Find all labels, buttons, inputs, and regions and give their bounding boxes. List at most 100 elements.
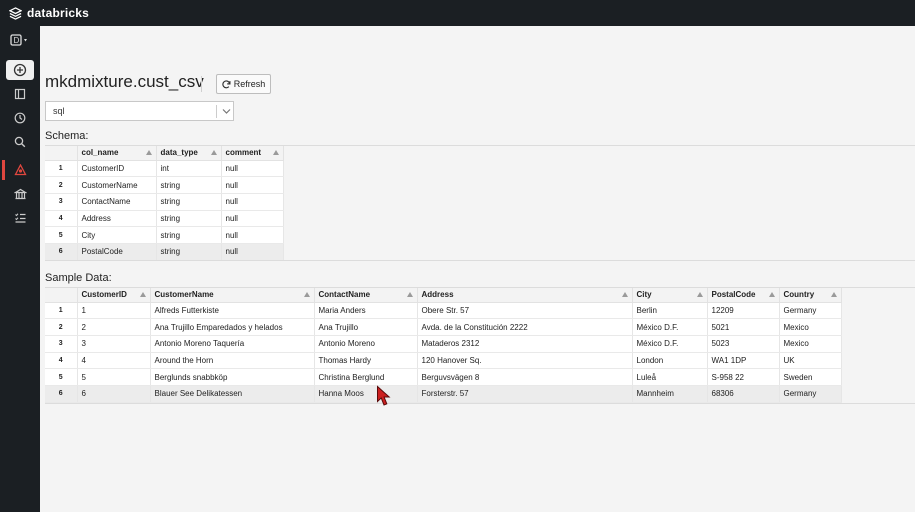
main-content: mkdmixture.cust_csv Refresh sql Schema: … [40, 26, 915, 512]
sample-column-header[interactable]: Country [779, 288, 842, 303]
clusters-button[interactable] [6, 184, 34, 204]
schema-column-header[interactable]: data_type [156, 146, 222, 161]
create-button[interactable] [6, 60, 34, 80]
jobs-button[interactable] [6, 208, 34, 228]
sample-column-header[interactable]: PostalCode [707, 288, 780, 303]
table-row[interactable]: 5 City string null [45, 226, 284, 244]
language-value: sql [53, 106, 65, 116]
sample-row-index: 1 [45, 302, 78, 320]
table-row[interactable]: 1 1 Alfreds Futterkiste Maria Anders Obere S… [45, 302, 842, 320]
table-row[interactable]: 3 ContactName string null [45, 193, 284, 211]
sort-icon[interactable] [696, 292, 703, 297]
search-button[interactable] [6, 132, 34, 152]
schema-column-header[interactable]: col_name [77, 146, 157, 161]
table-row[interactable]: 6 6 Blauer See Delikatessen Hanna Moos Forst… [45, 385, 842, 403]
schema-table: col_name data_type comment 1 CustomerID in… [45, 146, 284, 261]
schema-cell: null [221, 160, 284, 178]
workspace-button[interactable] [6, 84, 34, 104]
sample-cell: Antonio Moreno [314, 335, 418, 353]
recents-button[interactable] [6, 108, 34, 128]
sample-cell: Berlin [632, 302, 708, 320]
refresh-button[interactable]: Refresh [216, 74, 271, 94]
table-row[interactable]: 4 4 Around the Horn Thomas Hardy 120 Hanover… [45, 352, 842, 370]
sample-cell: México D.F. [632, 318, 708, 336]
sort-icon[interactable] [210, 150, 217, 155]
sample-cell: Mataderos 2312 [417, 335, 633, 353]
sort-icon[interactable] [272, 150, 279, 155]
sample-column-header[interactable]: CustomerID [77, 288, 151, 303]
schema-cell: string [156, 210, 222, 228]
language-select[interactable]: sql [45, 101, 234, 121]
schema-column-header[interactable]: comment [221, 146, 284, 161]
sample-header-row: CustomerID CustomerName ContactName Addr… [45, 288, 842, 303]
clusters-icon [13, 188, 27, 200]
schema-column-header-label: col_name [81, 148, 119, 158]
sample-cell: Hanna Moos [314, 385, 418, 403]
table-row[interactable]: 3 3 Antonio Moreno Taquería Antonio Moreno M… [45, 335, 842, 353]
schema-row-index: 2 [45, 176, 78, 194]
sample-cell: WA1 1DP [707, 352, 780, 370]
sort-icon[interactable] [303, 292, 310, 297]
chevron-down-icon[interactable] [221, 104, 232, 120]
sample-cell: Forsterstr. 57 [417, 385, 633, 403]
sample-cell: Christina Berglund [314, 368, 418, 386]
create-icon [13, 63, 27, 77]
sample-cell: Berguvsvägen 8 [417, 368, 633, 386]
data-button[interactable] [2, 160, 36, 180]
sample-cell: 120 Hanover Sq. [417, 352, 633, 370]
sample-row-index: 6 [45, 385, 78, 403]
sample-cell: Alfreds Futterkiste [150, 302, 315, 320]
svg-text:D: D [14, 36, 20, 45]
table-row[interactable]: 6 PostalCode string null [45, 243, 284, 261]
schema-cell: null [221, 176, 284, 194]
sample-cell: Mexico [779, 318, 842, 336]
schema-cell: int [156, 160, 222, 178]
jobs-icon [14, 213, 25, 223]
sort-icon[interactable] [830, 292, 837, 297]
sidebar: D [0, 26, 40, 512]
sort-icon[interactable] [139, 292, 146, 297]
sample-cell: Sweden [779, 368, 842, 386]
workspace-menu-button[interactable]: D [6, 30, 34, 50]
sort-icon[interactable] [406, 292, 413, 297]
sort-icon[interactable] [145, 150, 152, 155]
sample-column-header-label: Country [783, 290, 815, 300]
sample-cell: Obere Str. 57 [417, 302, 633, 320]
sample-cell: Mexico [779, 335, 842, 353]
sample-cell: Berglunds snabbköp [150, 368, 315, 386]
sample-column-header-label: CustomerID [81, 290, 127, 300]
sample-cell: Antonio Moreno Taquería [150, 335, 315, 353]
sample-cell: Around the Horn [150, 352, 315, 370]
sample-column-header[interactable]: City [632, 288, 708, 303]
sample-cell: London [632, 352, 708, 370]
sample-column-header-label: City [636, 290, 652, 300]
schema-row-index: 5 [45, 226, 78, 244]
sample-column-header-label: PostalCode [711, 290, 756, 300]
sample-cell: 68306 [707, 385, 780, 403]
table-row[interactable]: 2 2 Ana Trujillo Emparedados y helados Ana … [45, 318, 842, 336]
sort-icon[interactable] [768, 292, 775, 297]
table-row[interactable]: 1 CustomerID int null [45, 160, 284, 178]
table-row[interactable]: 2 CustomerName string null [45, 176, 284, 194]
sample-column-header[interactable]: Address [417, 288, 633, 303]
sort-icon[interactable] [621, 292, 628, 297]
databricks-logo[interactable]: databricks [9, 6, 89, 20]
refresh-icon [222, 79, 231, 88]
title-divider [201, 76, 202, 92]
sample-column-header[interactable]: CustomerName [150, 288, 315, 303]
schema-cell: null [221, 243, 284, 261]
sample-cell: 3 [77, 335, 151, 353]
sample-data-table: CustomerID CustomerName ContactName Addr… [45, 288, 842, 403]
sample-cell: Germany [779, 385, 842, 403]
schema-column-header-label: data_type [160, 148, 198, 158]
table-row[interactable]: 4 Address string null [45, 210, 284, 228]
table-row[interactable]: 5 5 Berglunds snabbköp Christina Berglund Be… [45, 368, 842, 386]
sample-cell: 12209 [707, 302, 780, 320]
sample-column-header[interactable]: ContactName [314, 288, 418, 303]
databricks-logo-icon [9, 6, 22, 20]
sample-cell: UK [779, 352, 842, 370]
sample-cell: 5023 [707, 335, 780, 353]
sample-cell: 5 [77, 368, 151, 386]
schema-row-index: 6 [45, 243, 78, 261]
mouse-cursor-icon [377, 385, 391, 406]
